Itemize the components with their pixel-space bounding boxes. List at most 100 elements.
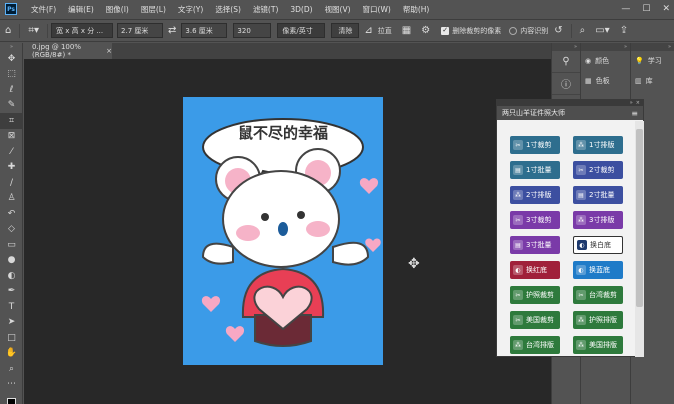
delete-cropped-checkbox[interactable]: ✓ 删除裁剪的像素 bbox=[441, 26, 501, 36]
plugin-button-18[interactable]: ⁂ 美国排版 bbox=[573, 336, 623, 354]
plugin-button-3[interactable]: ▤ 1寸批量 bbox=[510, 161, 560, 179]
plugin-button-15[interactable]: ✂ 美国裁剪 bbox=[510, 311, 560, 329]
search-icon[interactable]: ⌕ bbox=[580, 25, 586, 36]
content-aware-checkbox[interactable]: 内容识别 bbox=[509, 26, 548, 36]
document-image[interactable]: 鼠不尽的幸福 bbox=[183, 97, 383, 365]
type-tool-icon[interactable]: T bbox=[0, 299, 23, 315]
menu-file[interactable]: 文件(F) bbox=[25, 4, 62, 15]
swatches-panel-label: 色板 bbox=[595, 77, 610, 85]
plugin-button-17[interactable]: ⁂ 台湾排版 bbox=[510, 336, 560, 354]
unit-dropdown[interactable]: 像素/英寸 bbox=[277, 23, 326, 38]
plugin-button-6[interactable]: ▤ 2寸批量 bbox=[573, 186, 623, 204]
crop-tool-icon[interactable]: ⌗▾ bbox=[28, 25, 39, 36]
panel-collapse-icon[interactable]: » bbox=[631, 43, 674, 51]
paint-palette-icon[interactable]: ⚲ bbox=[552, 51, 580, 73]
color-panel-tab[interactable]: ◉ 颜色 bbox=[581, 51, 630, 71]
color-icon: ◉ bbox=[585, 57, 592, 65]
close-tab-icon[interactable]: × bbox=[106, 47, 112, 55]
width-field[interactable]: 2.7 厘米 bbox=[117, 23, 164, 38]
menu-window[interactable]: 窗口(W) bbox=[357, 4, 397, 15]
eyedropper-tool-icon[interactable]: ⁄ bbox=[0, 144, 23, 160]
plugin-button-5[interactable]: ⁂ 2寸排版 bbox=[510, 186, 560, 204]
plugin-title-bar[interactable]: 两只山羊证件照大师 ≡ bbox=[497, 106, 643, 120]
blur-tool-icon[interactable]: ● bbox=[0, 253, 23, 269]
dodge-tool-icon[interactable]: ◐ bbox=[0, 268, 23, 284]
plugin-button-7[interactable]: ✂ 3寸裁剪 bbox=[510, 211, 560, 229]
plugin-button-12[interactable]: ◐ 换蓝底 bbox=[573, 261, 623, 279]
plugin-button-label: 台湾裁剪 bbox=[589, 291, 617, 299]
close-button[interactable]: ✕ bbox=[662, 4, 670, 14]
healing-brush-tool-icon[interactable]: ✚ bbox=[0, 160, 23, 176]
resolution-field[interactable]: 320 bbox=[233, 23, 272, 38]
gradient-tool-icon[interactable]: ▭ bbox=[0, 237, 23, 253]
clone-stamp-tool-icon[interactable]: ♙ bbox=[0, 191, 23, 207]
plugin-button-2[interactable]: ⁂ 1寸排版 bbox=[573, 136, 623, 154]
panel-menu-icon[interactable]: ≡ bbox=[631, 109, 638, 118]
panel-collapse-icon[interactable]: » bbox=[581, 43, 630, 51]
quick-select-tool-icon[interactable]: ✎ bbox=[0, 98, 23, 114]
zoom-tool-icon[interactable]: ⌕ bbox=[0, 361, 23, 377]
move-tool-icon[interactable]: ✥ bbox=[0, 51, 23, 67]
plugin-scrollbar[interactable] bbox=[635, 121, 644, 357]
collapse-icon[interactable]: » bbox=[0, 43, 23, 51]
swatches-panel-tab[interactable]: ▦ 色板 bbox=[581, 71, 630, 91]
menu-layer[interactable]: 图层(L) bbox=[135, 4, 172, 15]
menu-type[interactable]: 文字(Y) bbox=[172, 4, 209, 15]
menu-image[interactable]: 图像(I) bbox=[100, 4, 135, 15]
more-tools-icon[interactable]: ⋯ bbox=[0, 377, 23, 393]
plugin-button-13[interactable]: ✂ 护照裁剪 bbox=[510, 286, 560, 304]
history-brush-tool-icon[interactable]: ↶ bbox=[0, 206, 23, 222]
maximize-button[interactable]: ☐ bbox=[642, 4, 650, 14]
marquee-tool-icon[interactable]: ⬚ bbox=[0, 67, 23, 83]
plugin-button-grid: ✂ 1寸裁剪 ⁂ 1寸排版 ▤ 1寸批量 ✂ 2寸裁剪 ⁂ 2寸排版 ▤ 2寸批量 ✂ 3寸裁… bbox=[497, 121, 635, 357]
eraser-tool-icon[interactable]: ◇ bbox=[0, 222, 23, 238]
menu-3d[interactable]: 3D(D) bbox=[284, 5, 318, 14]
plugin-button-4[interactable]: ✂ 2寸裁剪 bbox=[573, 161, 623, 179]
height-field[interactable]: 3.6 厘米 bbox=[181, 23, 228, 38]
plugin-button-16[interactable]: ⁂ 护照排版 bbox=[573, 311, 623, 329]
panel-collapse-icon[interactable]: » bbox=[552, 43, 580, 51]
lasso-tool-icon[interactable]: ℓ bbox=[0, 82, 23, 98]
brush-tool-icon[interactable]: ∕ bbox=[0, 175, 23, 191]
plugin-button-11[interactable]: ◐ 换红底 bbox=[510, 261, 560, 279]
plugin-button-14[interactable]: ✂ 台湾裁剪 bbox=[573, 286, 623, 304]
learn-panel-tab[interactable]: 💡 学习 bbox=[631, 51, 674, 71]
menu-filter[interactable]: 滤镜(T) bbox=[247, 4, 284, 15]
plugin-button-8[interactable]: ⁂ 3寸排版 bbox=[573, 211, 623, 229]
workspace-icon[interactable]: ▭▾ bbox=[595, 25, 609, 36]
straighten-icon[interactable]: ⊿ bbox=[364, 25, 372, 36]
plugin-button-label: 1寸排版 bbox=[589, 141, 615, 149]
library-panel-tab[interactable]: ▥ 库 bbox=[631, 71, 674, 91]
menu-help[interactable]: 帮助(H) bbox=[397, 4, 436, 15]
batch-icon: ▤ bbox=[576, 190, 586, 200]
hand-tool-icon[interactable]: ✋ bbox=[0, 346, 23, 362]
color-swatch-icon[interactable] bbox=[0, 395, 23, 404]
plugin-scrollbar-thumb[interactable] bbox=[636, 129, 643, 307]
plugin-button-10[interactable]: ◐ 换白底 bbox=[573, 236, 623, 254]
frame-tool-icon[interactable]: ⊠ bbox=[0, 129, 23, 145]
menu-view[interactable]: 视图(V) bbox=[319, 4, 357, 15]
crop-tool-icon[interactable]: ⌗ bbox=[0, 113, 23, 129]
info-icon[interactable]: ⓘ bbox=[552, 73, 580, 95]
grid-overlay-icon[interactable]: ▦ bbox=[402, 25, 411, 36]
share-icon[interactable]: ⇪ bbox=[620, 25, 628, 36]
move-cursor-icon: ✥ bbox=[408, 256, 420, 272]
home-icon[interactable]: ⌂ bbox=[5, 25, 11, 36]
plugin-button-label: 换红底 bbox=[526, 266, 547, 274]
minimize-button[interactable]: — bbox=[621, 4, 630, 14]
path-select-tool-icon[interactable]: ➤ bbox=[0, 315, 23, 331]
straighten-label[interactable]: 拉直 bbox=[378, 26, 392, 36]
pen-tool-icon[interactable]: ✒ bbox=[0, 284, 23, 300]
plugin-button-label: 3寸裁剪 bbox=[526, 216, 552, 224]
plugin-button-9[interactable]: ▤ 3寸批量 bbox=[510, 236, 560, 254]
swap-icon[interactable]: ⇄ bbox=[168, 25, 176, 36]
ratio-dropdown[interactable]: 宽 x 高 x 分 ... bbox=[51, 23, 114, 38]
settings-gear-icon[interactable]: ⚙ bbox=[421, 25, 430, 36]
reset-icon[interactable]: ↺ bbox=[554, 25, 562, 36]
document-tab[interactable]: 0.jpg @ 100%(RGB/8#) * × bbox=[24, 43, 112, 59]
rectangle-tool-icon[interactable]: □ bbox=[0, 330, 23, 346]
menu-edit[interactable]: 编辑(E) bbox=[62, 4, 100, 15]
plugin-button-1[interactable]: ✂ 1寸裁剪 bbox=[510, 136, 560, 154]
clear-button[interactable]: 清除 bbox=[331, 23, 360, 38]
menu-select[interactable]: 选择(S) bbox=[209, 4, 247, 15]
